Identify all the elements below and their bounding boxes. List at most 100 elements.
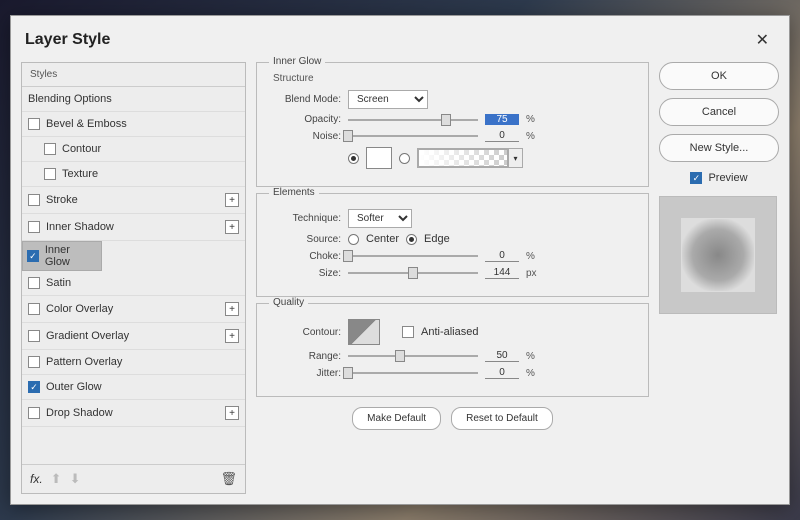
color-radio[interactable] [348, 153, 359, 164]
size-input[interactable] [485, 267, 519, 279]
style-checkbox[interactable] [28, 277, 40, 289]
add-effect-icon[interactable]: + [225, 329, 239, 343]
make-default-button[interactable]: Make Default [352, 407, 441, 430]
antialiased-checkbox[interactable] [402, 326, 414, 338]
technique-select[interactable]: Softer [348, 209, 412, 228]
style-row-inner-glow[interactable]: ✓ Inner Glow [22, 241, 102, 271]
style-row-blending-options[interactable]: Blending Options [22, 87, 245, 112]
range-unit: % [526, 351, 540, 362]
source-edge-label: Edge [424, 233, 450, 245]
settings-panel: Inner Glow Structure Blend Mode: Screen … [256, 62, 649, 494]
quality-label: Quality [269, 297, 308, 308]
gradient-radio[interactable] [399, 153, 410, 164]
style-row-texture[interactable]: Texture [22, 162, 245, 187]
add-effect-icon[interactable]: + [225, 406, 239, 420]
right-panel: OK Cancel New Style... ✓ Preview [659, 62, 779, 494]
style-row-drop-shadow[interactable]: Drop Shadow + [22, 400, 245, 427]
panel-title: Inner Glow [269, 56, 325, 67]
move-up-icon[interactable]: ⬆ [51, 471, 62, 487]
styles-list: Blending Options Bevel & Emboss Contour Tex… [22, 87, 245, 464]
noise-unit: % [526, 131, 540, 142]
jitter-unit: % [526, 368, 540, 379]
cancel-button[interactable]: Cancel [659, 98, 779, 126]
style-label: Outer Glow [46, 381, 102, 393]
choke-unit: % [526, 251, 540, 262]
source-edge-radio[interactable] [406, 234, 417, 245]
style-label: Blending Options [28, 93, 112, 105]
style-checkbox[interactable]: ✓ [28, 381, 40, 393]
source-center-radio[interactable] [348, 234, 359, 245]
style-checkbox[interactable] [44, 168, 56, 180]
new-style-button[interactable]: New Style... [659, 134, 779, 162]
jitter-label: Jitter: [267, 368, 341, 379]
quality-fieldset: Quality Contour: Anti-aliased Range: % J… [256, 303, 649, 397]
antialiased-label: Anti-aliased [421, 326, 478, 338]
style-label: Stroke [46, 194, 78, 206]
noise-label: Noise: [267, 131, 341, 142]
ok-button[interactable]: OK [659, 62, 779, 90]
close-icon[interactable]: ✕ [750, 28, 775, 52]
color-swatch[interactable] [366, 147, 392, 169]
contour-label: Contour: [267, 327, 341, 338]
style-row-outer-glow[interactable]: ✓ Outer Glow [22, 375, 245, 400]
elements-fieldset: Elements Technique: Softer Source: Cente… [256, 193, 649, 297]
style-checkbox[interactable] [28, 118, 40, 130]
reset-default-button[interactable]: Reset to Default [451, 407, 553, 430]
style-row-inner-shadow[interactable]: Inner Shadow+ [22, 214, 245, 241]
style-checkbox[interactable] [28, 407, 40, 419]
range-slider[interactable] [348, 355, 478, 357]
source-label: Source: [267, 234, 341, 245]
style-row-contour[interactable]: Contour [22, 137, 245, 162]
style-label: Gradient Overlay [46, 330, 129, 342]
styles-footer: fx. ⬆ ⬇ 🗑 [22, 464, 245, 493]
trash-icon[interactable]: 🗑 [220, 471, 237, 487]
size-slider[interactable] [348, 272, 478, 274]
range-input[interactable] [485, 350, 519, 362]
contour-picker[interactable] [348, 319, 380, 345]
add-effect-icon[interactable]: + [225, 193, 239, 207]
blend-mode-select[interactable]: Screen [348, 90, 428, 109]
structure-fieldset: Inner Glow Structure Blend Mode: Screen … [256, 62, 649, 187]
structure-label: Structure [273, 73, 638, 84]
size-unit: px [526, 268, 540, 279]
style-label: Bevel & Emboss [46, 118, 127, 130]
style-row-satin[interactable]: Satin [22, 271, 245, 296]
choke-input[interactable] [485, 250, 519, 262]
style-row-bevel-emboss[interactable]: Bevel & Emboss [22, 112, 245, 137]
noise-input[interactable] [485, 130, 519, 142]
gradient-picker[interactable]: ▾ [417, 148, 523, 168]
style-label: Satin [46, 277, 71, 289]
choke-slider[interactable] [348, 255, 478, 257]
chevron-down-icon[interactable]: ▾ [508, 149, 522, 167]
fx-icon[interactable]: fx. [30, 472, 43, 486]
layer-style-dialog: Layer Style ✕ Styles Blending OptionsBev… [10, 15, 790, 505]
opacity-input[interactable] [485, 114, 519, 125]
style-checkbox[interactable] [28, 303, 40, 315]
noise-slider[interactable] [348, 135, 478, 137]
style-checkbox[interactable] [28, 356, 40, 368]
style-label: Drop Shadow [46, 407, 113, 419]
style-checkbox[interactable] [28, 194, 40, 206]
move-down-icon[interactable]: ⬇ [70, 471, 81, 487]
styles-panel: Styles Blending OptionsBevel & EmbossCon… [21, 62, 246, 494]
style-label: Inner Glow [45, 244, 97, 268]
style-checkbox[interactable]: ✓ [27, 250, 39, 262]
range-label: Range: [267, 351, 341, 362]
add-effect-icon[interactable]: + [225, 302, 239, 316]
style-checkbox[interactable] [28, 221, 40, 233]
preview-checkbox[interactable]: ✓ [690, 172, 702, 184]
opacity-slider[interactable] [348, 119, 478, 121]
style-row-pattern-overlay[interactable]: Pattern Overlay [22, 350, 245, 375]
style-label: Texture [62, 168, 98, 180]
jitter-slider[interactable] [348, 372, 478, 374]
jitter-input[interactable] [485, 367, 519, 379]
add-effect-icon[interactable]: + [225, 220, 239, 234]
style-row-color-overlay[interactable]: Color Overlay+ [22, 296, 245, 323]
style-label: Pattern Overlay [46, 356, 122, 368]
style-row-stroke[interactable]: Stroke + [22, 187, 245, 214]
style-checkbox[interactable] [44, 143, 56, 155]
style-checkbox[interactable] [28, 330, 40, 342]
style-row-gradient-overlay[interactable]: Gradient Overlay + [22, 323, 245, 350]
opacity-unit: % [526, 114, 540, 125]
elements-label: Elements [269, 187, 319, 198]
